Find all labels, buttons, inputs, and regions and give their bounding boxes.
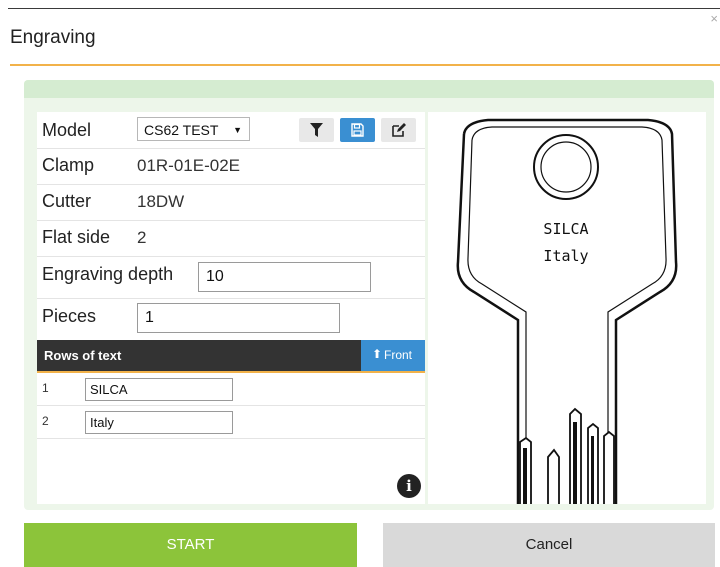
clamp-row: Clamp 01R-01E-02E	[37, 148, 425, 185]
front-button[interactable]: ⬆ Front	[361, 340, 425, 371]
key-drawing: SILCA Italy	[456, 118, 678, 504]
key-preview: SILCA Italy	[428, 112, 706, 504]
front-label: Front	[384, 348, 413, 362]
clamp-label: Clamp	[42, 155, 95, 175]
panel-header	[24, 80, 714, 98]
text-row-input[interactable]: SILCA	[85, 378, 233, 401]
text-row-number: 2	[42, 414, 49, 428]
top-border	[8, 8, 720, 9]
info-icon[interactable]: i	[397, 474, 421, 498]
save-icon	[351, 123, 364, 137]
dialog-title: Engraving	[10, 27, 96, 48]
edit-icon	[392, 123, 406, 137]
title-divider	[10, 64, 720, 66]
cutter-label: Cutter	[42, 191, 92, 211]
rows-header-title: Rows of text	[44, 348, 122, 363]
model-label: Model	[42, 120, 92, 140]
filter-button[interactable]	[299, 118, 334, 142]
text-row-input[interactable]: Italy	[85, 411, 233, 434]
settings-panel: Model CS62 TEST ▼ Clamp 01R-01E-02E Cutt…	[37, 112, 425, 504]
depth-label: Engraving depth	[42, 264, 174, 284]
pieces-input[interactable]: 1	[137, 303, 340, 333]
cutter-row: Cutter 18DW	[37, 184, 425, 221]
pieces-row: Pieces 1	[37, 298, 425, 340]
key-text-line1: SILCA	[543, 220, 588, 238]
key-text-line2: Italy	[543, 247, 588, 265]
start-button[interactable]: START	[24, 523, 357, 567]
clamp-value: 01R-01E-02E	[137, 156, 241, 175]
depth-row: Engraving depth 10	[37, 256, 425, 299]
save-button[interactable]	[340, 118, 375, 142]
text-row-number: 1	[42, 381, 49, 395]
model-select-value: CS62 TEST	[144, 122, 219, 138]
flat-side-label: Flat side	[42, 227, 111, 247]
cancel-button[interactable]: Cancel	[383, 523, 715, 567]
model-select[interactable]: CS62 TEST ▼	[137, 117, 250, 141]
dropdown-arrow-icon: ▼	[233, 125, 242, 135]
text-row: 2 Italy	[37, 406, 425, 439]
edit-button[interactable]	[381, 118, 416, 142]
arrow-up-icon: ⬆	[372, 347, 383, 361]
flat-side-value: 2	[137, 228, 147, 247]
filter-icon	[310, 123, 323, 137]
model-row: Model CS62 TEST ▼	[37, 112, 425, 149]
flat-side-row: Flat side 2	[37, 220, 425, 257]
pieces-label: Pieces	[42, 306, 97, 326]
text-row: 1 SILCA	[37, 373, 425, 406]
depth-input[interactable]: 10	[198, 262, 371, 292]
cutter-value: 18DW	[137, 192, 185, 211]
close-icon[interactable]: ×	[710, 12, 718, 25]
rows-header: Rows of text ⬆ Front	[37, 340, 425, 371]
